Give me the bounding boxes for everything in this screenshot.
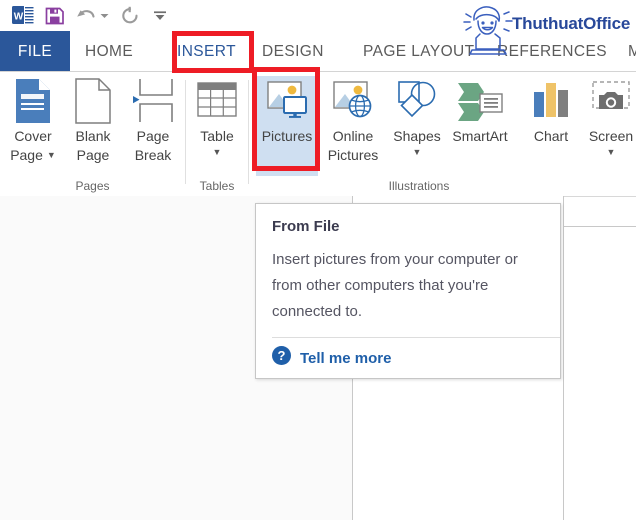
word-application-window: W [0,0,636,520]
smartart-icon [448,76,512,126]
button-online-pictures-label-2: Pictures [322,147,384,164]
button-screenshot-label: Screen [582,128,636,145]
button-table-label-1: Table [188,128,246,145]
page-break-icon [124,76,182,126]
button-cover-page-label-2: Page [10,147,43,164]
button-blank-page[interactable]: Blank Page [64,76,122,164]
tooltip-title: From File [272,218,544,235]
chevron-down-icon[interactable]: ▼ [47,147,56,164]
button-shapes[interactable]: Shapes ▼ [388,76,446,157]
quick-access-toolbar: W [0,0,636,31]
group-tables-label: Tables [186,179,248,193]
chevron-down-icon[interactable]: ▼ [582,147,636,157]
button-blank-page-label-1: Blank [64,128,122,145]
button-online-pictures[interactable]: Online Pictures [322,76,384,164]
pictures-icon [256,76,318,126]
button-smartart-label: SmartArt [448,128,512,145]
shapes-icon [388,76,446,126]
tell-me-more-link[interactable]: ? Tell me more [272,338,544,378]
tab-home[interactable]: HOME [85,31,175,72]
document-header-divider [564,226,636,227]
button-pictures-label: Pictures [256,128,318,145]
tooltip-body: Insert pictures from your computer or fr… [272,247,544,325]
button-shapes-label: Shapes [388,128,446,145]
customize-quick-access-icon[interactable] [149,3,171,29]
tell-me-more-label: Tell me more [300,350,391,367]
redo-icon[interactable] [115,3,145,29]
save-icon[interactable] [40,3,70,29]
tab-insert[interactable]: INSERT [177,31,249,72]
blank-page-icon [64,76,122,126]
button-chart-label: Chart [522,128,580,145]
chevron-down-icon[interactable]: ▼ [388,147,446,157]
undo-dropdown-icon[interactable] [98,3,111,29]
button-cover-page[interactable]: Cover Page ▼ [4,76,62,164]
button-page-break[interactable]: Page Break [124,76,182,164]
help-question-icon: ? [272,346,291,370]
screenshot-icon [582,76,636,126]
document-page-left-edge [563,196,564,520]
button-page-break-label-2: Break [124,147,182,164]
ribbon: Pages Tables Illustrations Cover Page [0,72,636,197]
word-logo-icon[interactable]: W [10,3,36,29]
pictures-tooltip: From File Insert pictures from your comp… [255,203,561,379]
chart-icon [522,76,580,126]
svg-text:?: ? [278,348,286,363]
button-blank-page-label-2: Page [64,147,122,164]
button-cover-page-label-1: Cover [4,128,62,145]
button-page-break-label-1: Page [124,128,182,145]
online-pictures-icon [322,76,384,126]
button-smartart[interactable]: SmartArt [448,76,512,145]
undo-icon[interactable] [74,3,98,29]
tab-mailings[interactable]: M [628,31,636,72]
table-icon [188,76,246,126]
group-illustrations-label: Illustrations [249,179,589,193]
svg-text:W: W [14,12,24,23]
button-online-pictures-label-1: Online [322,128,384,145]
tab-design[interactable]: DESIGN [262,31,350,72]
button-screenshot[interactable]: Screen ▼ [582,76,636,157]
button-pictures[interactable]: Pictures [256,76,318,176]
tab-page-layout[interactable]: PAGE LAYOUT [363,31,493,72]
chevron-down-icon[interactable]: ▼ [188,147,246,157]
ribbon-tab-strip: FILE HOME INSERT DESIGN PAGE LAYOUT REFE… [0,31,636,72]
cover-page-icon [4,76,62,126]
document-top-edge [564,196,636,197]
button-table[interactable]: Table ▼ [188,76,246,157]
group-pages-label: Pages [0,179,185,193]
tab-file[interactable]: FILE [0,31,70,72]
tab-references[interactable]: REFERENCES [497,31,619,72]
button-chart[interactable]: Chart [522,76,580,145]
